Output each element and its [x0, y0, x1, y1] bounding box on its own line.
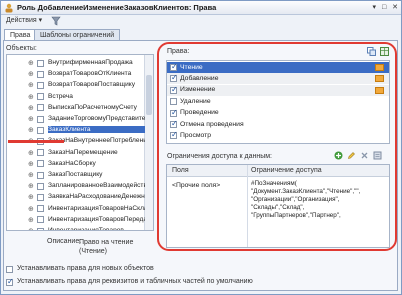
- close-icon[interactable]: ✕: [392, 4, 398, 11]
- object-item-label: Встреча: [48, 92, 73, 100]
- window-controls: ▾ □ ✕: [368, 3, 398, 11]
- object-item-label: ИнвентаризацияТоваров: [48, 227, 124, 231]
- expand-icon[interactable]: ⊕: [28, 126, 34, 134]
- object-item-label: ЗапланированноеВзаимодействие: [48, 182, 145, 190]
- option-label: Устанавливать права для новых объектов: [17, 265, 154, 272]
- role-icon: [5, 3, 13, 13]
- expand-icon[interactable]: ⊕: [28, 115, 34, 123]
- object-checkbox[interactable]: [37, 70, 44, 78]
- object-item[interactable]: ⊕ ВнутрифирменнаяПродажа: [7, 58, 145, 69]
- object-item-label: ВозвратТоваровОтКлиента: [48, 70, 132, 78]
- object-item-label: ЗаказНаСборку: [48, 159, 96, 167]
- object-checkbox[interactable]: [37, 171, 44, 179]
- object-checkbox[interactable]: [37, 149, 44, 157]
- expand-icon[interactable]: ⊕: [28, 182, 34, 190]
- object-item-label: ЗаказНаПеремещение: [48, 148, 118, 156]
- object-item-label: ИнвентаризацияТоваровПереданныхНаХранени…: [48, 215, 145, 223]
- expand-icon[interactable]: ⊕: [28, 59, 34, 67]
- scroll-thumb[interactable]: [146, 75, 152, 115]
- object-item[interactable]: ⊕ ВозвратТоваровПоставщику: [7, 80, 145, 91]
- object-item[interactable]: ⊕ ВыпискаПоРасчетномуСчету: [7, 103, 145, 114]
- expand-icon[interactable]: ⊕: [28, 227, 34, 230]
- object-item-label: ВыпискаПоРасчетномуСчету: [48, 103, 137, 111]
- expand-icon[interactable]: ⊕: [28, 193, 34, 201]
- expand-icon[interactable]: ⊕: [28, 205, 34, 213]
- expand-icon[interactable]: ⊕: [28, 160, 34, 168]
- expand-icon[interactable]: ⊕: [28, 93, 34, 101]
- objects-label: Объекты:: [6, 45, 37, 52]
- expand-icon[interactable]: ⊕: [28, 70, 34, 78]
- object-checkbox[interactable]: [37, 93, 44, 101]
- object-item-label: ЗаявкаНаРасходованиеДенежныхСредств: [48, 193, 145, 201]
- object-item-label: ВнутрифирменнаяПродажа: [48, 59, 133, 66]
- object-item[interactable]: ⊕ ИнвентаризацияТоваров: [7, 226, 145, 231]
- object-item-label: ЗаказКлиента: [48, 126, 145, 134]
- object-item[interactable]: ⊕ ИнвентаризацияТоваровНаСкладе: [7, 204, 145, 215]
- object-item-label: ИнвентаризацияТоваровНаСкладе: [48, 204, 145, 212]
- object-item[interactable]: ⊕ ЗаказКлиента: [7, 125, 145, 136]
- expand-icon[interactable]: ⊕: [28, 104, 34, 112]
- description-label: Описание:: [47, 238, 82, 245]
- expand-icon[interactable]: ⊕: [28, 149, 34, 157]
- object-checkbox[interactable]: [37, 193, 44, 201]
- object-checkbox[interactable]: [37, 59, 44, 67]
- red-underline-mark: [8, 140, 64, 143]
- object-item[interactable]: ⊕ ЗаказНаПеремещение: [7, 148, 145, 159]
- menu-icon[interactable]: ▾: [372, 4, 376, 11]
- object-item[interactable]: ⊕ ЗаказПоставщику: [7, 170, 145, 181]
- description-line: (Чтение): [79, 248, 108, 255]
- object-checkbox[interactable]: [37, 104, 44, 112]
- expand-icon[interactable]: ⊕: [28, 81, 34, 89]
- object-item-label: ЗаданиеТорговомуПредставителю: [48, 115, 145, 122]
- object-checkbox[interactable]: [37, 81, 44, 89]
- object-item-label: ВозвратТоваровПоставщику: [48, 81, 136, 89]
- objects-scrollbar[interactable]: [144, 55, 153, 230]
- expand-icon[interactable]: ⊕: [28, 216, 34, 224]
- description-value: Право на чтение (Чтение): [79, 238, 133, 256]
- window-title: Роль ДобавлениеИзменениеЗаказовКлиентов:…: [17, 3, 217, 12]
- object-checkbox[interactable]: [37, 160, 44, 168]
- actions-menu-button[interactable]: Действия ▾: [6, 16, 42, 24]
- object-item[interactable]: ⊕ ЗапланированноеВзаимодействие: [7, 181, 145, 192]
- object-item[interactable]: ⊕ ЗаявкаНаРасходованиеДенежныхСредств: [7, 192, 145, 203]
- object-item[interactable]: ⊕ ВозвратТоваровОтКлиента: [7, 69, 145, 80]
- object-item[interactable]: ⊕ Встреча: [7, 92, 145, 103]
- object-checkbox[interactable]: [37, 126, 44, 134]
- toolbar: Действия ▾: [1, 15, 401, 28]
- description-line: Право на чтение: [79, 239, 134, 246]
- object-item[interactable]: ⊕ ЗаказНаСборку: [7, 159, 145, 170]
- expand-icon[interactable]: ⊕: [28, 171, 34, 179]
- object-checkbox[interactable]: [37, 205, 44, 213]
- object-item[interactable]: ⊕ ИнвентаризацияТоваровПереданныхНаХранен…: [7, 215, 145, 226]
- object-checkbox[interactable]: [37, 115, 44, 123]
- object-item-label: ЗаказПоставщику: [48, 171, 103, 178]
- object-checkbox[interactable]: [37, 216, 44, 224]
- filter-icon[interactable]: [51, 16, 61, 26]
- option-checkbox[interactable]: [6, 277, 14, 286]
- object-checkbox[interactable]: [37, 182, 44, 190]
- title-bar: Роль ДобавлениеИзменениеЗаказовКлиентов:…: [1, 1, 401, 15]
- object-item[interactable]: ⊕ ЗаданиеТорговомуПредставителю: [7, 114, 145, 125]
- option-label: Устанавливать права для реквизитов и таб…: [17, 278, 253, 285]
- red-highlight-frame: [157, 42, 397, 251]
- maximize-icon[interactable]: □: [382, 4, 386, 11]
- object-checkbox[interactable]: [37, 227, 44, 230]
- option-checkbox[interactable]: [6, 266, 13, 273]
